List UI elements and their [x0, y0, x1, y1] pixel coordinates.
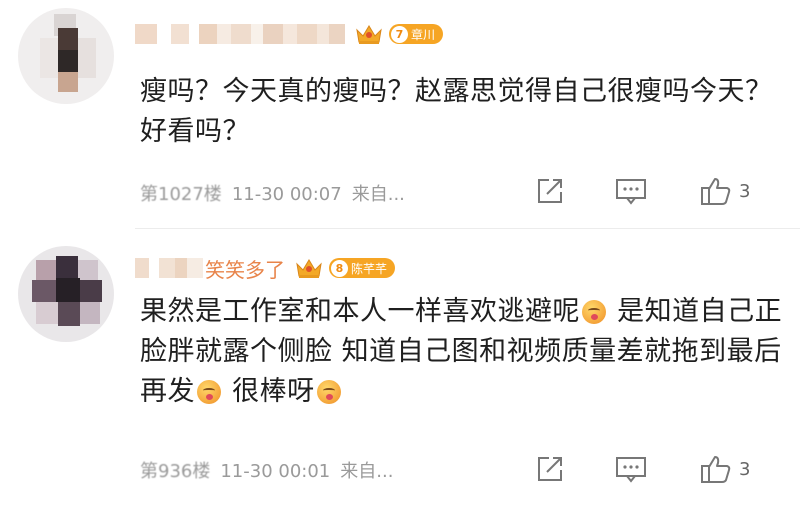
username-row: 7 章川 [135, 22, 444, 46]
fan-badge[interactable]: 7 章川 [389, 24, 444, 44]
like-button[interactable]: 3 [700, 176, 750, 206]
share-button[interactable] [535, 176, 565, 206]
thumbs-up-icon [701, 178, 731, 205]
comment-text: 果然是工作室和本人一样喜欢逃避呢 是知道自己正脸胖就露个侧脸 知道自己图和视频质… [140, 292, 785, 412]
share-icon [538, 179, 562, 203]
like-count: 3 [739, 458, 751, 480]
comment-button[interactable] [615, 454, 647, 484]
comment-button[interactable] [615, 176, 647, 206]
comment-time: 11-30 00:01 [220, 461, 331, 482]
divider [135, 228, 800, 229]
share-button[interactable] [535, 454, 565, 484]
comment-meta: 第1027楼 11-30 00:07 来自... [140, 180, 415, 206]
comment-item: 笑笑多了 8 陈芊芊 果然是工作室和本人一样喜欢逃避呢 是知道自己正脸胖就露个侧… [0, 236, 800, 513]
fan-badge-name: 章川 [411, 27, 436, 42]
share-icon [538, 457, 562, 481]
comment-text: 瘦吗？今天真的瘦吗？赵露思觉得自己很瘦吗今天？好看吗？ [140, 76, 773, 147]
fan-badge-level: 7 [391, 25, 408, 43]
crown-icon [356, 25, 382, 44]
comment-icon [616, 457, 646, 483]
floor-number: 第1027楼 [140, 184, 222, 205]
comment-actions: 3 [535, 452, 790, 486]
username-obscured[interactable] [135, 24, 345, 44]
like-count: 3 [739, 180, 751, 202]
like-button[interactable]: 3 [700, 454, 750, 484]
fan-badge-level: 8 [331, 259, 348, 277]
tongue-emoji-icon [197, 380, 221, 404]
comment-time: 11-30 00:07 [231, 184, 342, 205]
fan-badge-name: 陈芊芊 [351, 261, 388, 276]
comment-text-part: 很棒呀 [232, 376, 315, 407]
comment-source: 来自... [340, 461, 394, 482]
thumbs-up-icon [701, 456, 731, 483]
crown-icon [296, 259, 322, 278]
comment-text-part: 果然是工作室和本人一样喜欢逃避呢 [140, 296, 580, 327]
comment-actions: 3 [535, 174, 790, 208]
comment-meta: 第936楼 11-30 00:01 来自... [140, 457, 403, 483]
avatar[interactable] [18, 246, 114, 342]
avatar[interactable] [18, 8, 114, 104]
comment-icon [616, 179, 646, 205]
tongue-emoji-icon [316, 380, 341, 404]
username-visible-tail[interactable]: 笑笑多了 [205, 254, 285, 283]
username-obscured[interactable] [135, 258, 203, 278]
comment-item: 7 章川 瘦吗？今天真的瘦吗？赵露思觉得自己很瘦吗今天？好看吗？ 第1027楼 1… [0, 0, 800, 228]
tongue-emoji-icon [582, 300, 606, 324]
comment-source: 来自... [351, 184, 405, 205]
fan-badge[interactable]: 8 陈芊芊 [329, 258, 396, 278]
floor-number: 第936楼 [140, 461, 211, 482]
username-row: 笑笑多了 8 陈芊芊 [135, 254, 396, 283]
